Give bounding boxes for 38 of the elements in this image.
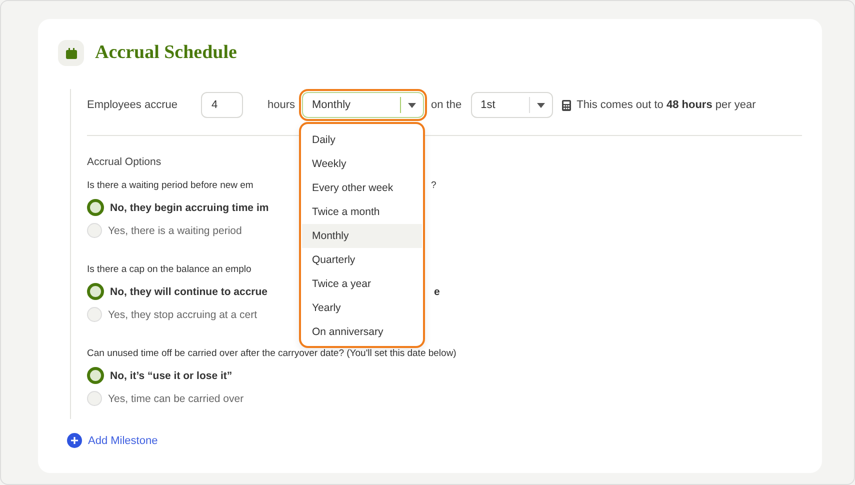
section-title: Accrual Schedule [95, 42, 237, 64]
question-text: Can unused time off be carried over after the carryover date? (You'll set this date below) [87, 348, 456, 359]
radio-label[interactable]: Yes, there is a waiting period [108, 224, 300, 236]
menu-item[interactable]: Weekly [302, 152, 422, 176]
caret-icon [536, 102, 545, 108]
options-title: Accrual Options [87, 156, 162, 168]
frequency-select[interactable]: Monthly [302, 92, 424, 118]
plus-icon [67, 433, 82, 448]
radio-button[interactable] [87, 283, 104, 300]
amount-field[interactable]: 4 [201, 92, 244, 118]
accrue-label: Employees accrue [87, 99, 178, 111]
question-text: Is there a cap on the balance an emplo [87, 264, 252, 275]
radio-label[interactable]: Yes, they stop accruing at a cert [108, 308, 300, 320]
add-milestone-link[interactable]: Add Milestone [67, 433, 802, 448]
menu-item[interactable]: Twice a year [302, 272, 422, 296]
caret-icon [408, 102, 416, 108]
calculator-icon [562, 100, 571, 110]
menu-item[interactable]: Monthly [302, 224, 422, 248]
question-text: Is there a waiting period before new em [87, 180, 254, 191]
menu-item[interactable]: Twice a month [302, 200, 422, 224]
radio-label[interactable]: No, they will continue to accrue [110, 286, 302, 298]
menu-item[interactable]: Daily [302, 128, 422, 152]
radio-button[interactable] [87, 367, 104, 384]
unit-label: hours [267, 99, 295, 111]
summary-text: This comes out to 48 hours per year [576, 99, 756, 111]
menu-item[interactable]: Quarterly [302, 248, 422, 272]
day-select[interactable]: 1st [470, 92, 553, 118]
radio-label[interactable]: e [434, 286, 440, 298]
calendar-icon [66, 48, 76, 58]
menu-item[interactable]: Yearly [302, 296, 422, 320]
menu-item[interactable]: Every other week [302, 176, 422, 200]
menu-item[interactable]: On anniversary [302, 320, 422, 344]
day-label: on the [431, 99, 462, 111]
question-text: ? [431, 180, 436, 191]
radio-label[interactable]: Yes, time can be carried over [108, 392, 300, 404]
radio-button[interactable] [87, 199, 104, 216]
radio-label[interactable]: No, they begin accruing time im [110, 202, 302, 214]
radio-label[interactable]: No, it’s “use it or lose it” [110, 370, 302, 382]
